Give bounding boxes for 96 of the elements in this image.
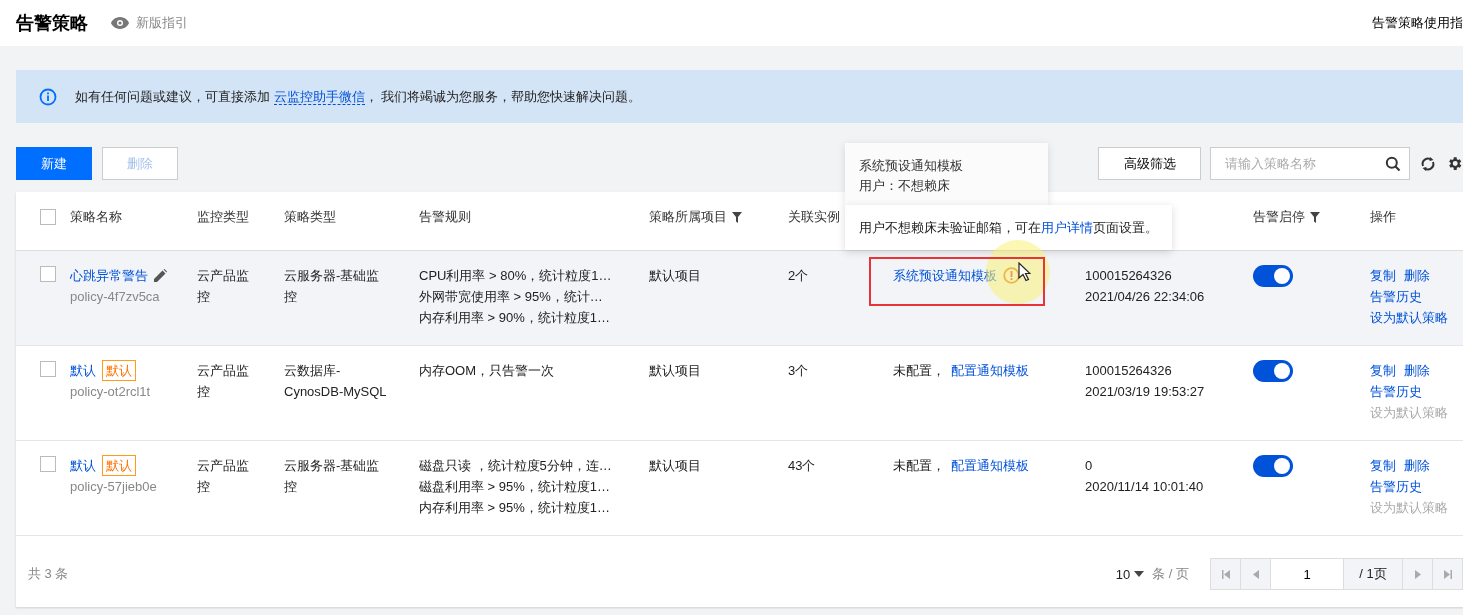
table-cell-text: 云产品监控 [197,457,250,496]
policy-id: policy-4f7zv5ca [70,288,161,306]
filter-icon[interactable] [1310,211,1320,223]
popover-line: 系统预设通知模板 [859,158,964,175]
filter-icon[interactable] [732,211,742,223]
alarm-rule: 磁盘利用率 > 95%，统计粒度1… [419,478,612,496]
wechat-link[interactable]: 云监控助手微信 [273,88,365,105]
default-tag: 默认 [102,360,136,381]
alarm-toggle[interactable] [1253,360,1293,382]
table-cell-text: 云产品监控 [197,362,250,401]
page-size-unit: 条 / 页 [1152,565,1189,583]
alarm-toggle[interactable] [1253,455,1293,477]
banner-message: 如有任何问题或建议，可直接添加 云监控助手微信， 我们将竭诚为您服务，帮助您快速解决问题。 [75,87,642,106]
table-cell-text: 云服务器-基础监控 [284,267,381,306]
policy-name-link[interactable]: 心跳异常警告 [70,265,148,286]
select-all-checkbox[interactable] [40,209,56,225]
action-link[interactable]: 复制 [1370,265,1396,286]
right-triangle-icon [1414,569,1421,579]
row-checkbox[interactable] [40,361,56,377]
action-link[interactable]: 复制 [1370,360,1396,381]
notice-template-link[interactable]: 配置通知模板 [951,360,1029,381]
notice-template-link[interactable]: 系统预设通知模板 [893,265,997,286]
table-cell-text: 默认项目 [649,362,702,380]
table-cell-text: 云数据库-CynosDB-MySQL [284,362,388,401]
action-link[interactable]: 告警历史 [1370,381,1422,402]
alarm-rule: CPU利用率 > 80%，统计粒度1… [419,267,613,285]
default-tag: 默认 [102,455,136,476]
column-header: 策略名称 [70,208,122,226]
policy-id: policy-ot2rcl1t [70,383,152,401]
alarm-toggle[interactable] [1253,265,1293,287]
modifier-id: 0 [1085,457,1094,475]
last-page-icon [1443,569,1452,579]
table-cell-text: 默认项目 [649,457,702,475]
refresh-icon[interactable] [1420,154,1436,173]
popover-message: 用户不想赖床未验证邮箱，可在用户详情页面设置。 [859,218,1158,237]
row-checkbox[interactable] [40,266,56,282]
search-field[interactable]: 请输入策略名称 [1210,147,1410,180]
alarm-rule: 内存OOM，只告警一次 [419,362,556,380]
table-cell-text: 2个 [788,267,810,285]
column-header: 策略类型 [284,208,336,226]
left-triangle-icon [1252,569,1259,579]
page-title: 告警策略 [16,12,88,35]
notice-status: 未配置， [893,362,945,380]
info-icon [39,87,57,106]
action-link[interactable]: 删除 [1404,265,1430,286]
page-input[interactable]: 1 [1270,558,1344,590]
column-header: 操作 [1370,208,1396,226]
modifier-id: 100015264326 [1085,267,1173,285]
alarm-rule: 内存利用率 > 95%，统计粒度1… [419,499,612,517]
search-icon[interactable] [1385,155,1401,172]
alarm-rule: 外网带宽使用率 > 95%，统计… [419,288,604,306]
row-checkbox[interactable] [40,456,56,472]
action-link[interactable]: 告警历史 [1370,286,1422,307]
column-header: 监控类型 [197,208,249,226]
total-count: 共 3 条 [28,565,69,583]
action-link[interactable]: 复制 [1370,455,1396,476]
column-header: 告警启停 [1253,208,1305,226]
help-link[interactable]: 告警策略使用指 [1372,14,1463,32]
action-link[interactable]: 设为默认策略 [1370,307,1448,328]
alarm-rule: 内存利用率 > 90%，统计粒度1… [419,309,612,327]
first-page-icon [1221,569,1230,579]
guide-link[interactable]: 新版指引 [110,14,188,32]
column-header: 策略所属项目 [649,208,727,226]
user-detail-link[interactable]: 用户详情 [1041,219,1093,235]
cursor-icon [1018,262,1031,282]
table-cell-text: 云产品监控 [197,267,250,306]
eye-icon [110,16,130,30]
modified-time: 2021/03/19 19:53:27 [1085,383,1206,401]
settings-icon[interactable] [1446,155,1463,172]
notice-status: 未配置， [893,457,945,475]
table-cell-text: 云服务器-基础监控 [284,457,381,496]
search-input[interactable]: 请输入策略名称 [1223,155,1385,172]
caret-icon[interactable] [1134,571,1145,577]
action-link[interactable]: 告警历史 [1370,476,1422,497]
modifier-id: 100015264326 [1085,362,1173,380]
alarm-rule: 磁盘只读 ，统计粒度5分钟，连… [419,457,613,475]
action-link[interactable]: 删除 [1404,360,1430,381]
policy-id: policy-57jieb0e [70,478,158,496]
create-button[interactable]: 新建 [16,147,92,180]
table-cell-text: 43个 [788,457,817,475]
page-count: / 1页 [1343,558,1403,590]
action-link[interactable]: 删除 [1404,455,1430,476]
table-cell-text: 3个 [788,362,810,380]
notice-template-link[interactable]: 配置通知模板 [951,455,1029,476]
column-header: 告警规则 [419,208,471,226]
modified-time: 2020/11/14 10:01:40 [1085,478,1205,496]
warning-icon[interactable] [1003,267,1020,284]
modified-time: 2021/04/26 22:34:06 [1085,288,1206,306]
table-cell-text: 默认项目 [649,267,702,285]
advanced-filter-button[interactable]: 高级筛选 [1098,147,1201,180]
policy-name-link[interactable]: 默认 [70,455,96,476]
popover-line: 用户：不想赖床 [859,178,951,195]
policy-name-link[interactable]: 默认 [70,360,96,381]
page-size-select[interactable]: 10 [1115,566,1131,582]
column-header: 关联实例 [788,208,840,226]
pencil-icon[interactable] [154,269,167,282]
